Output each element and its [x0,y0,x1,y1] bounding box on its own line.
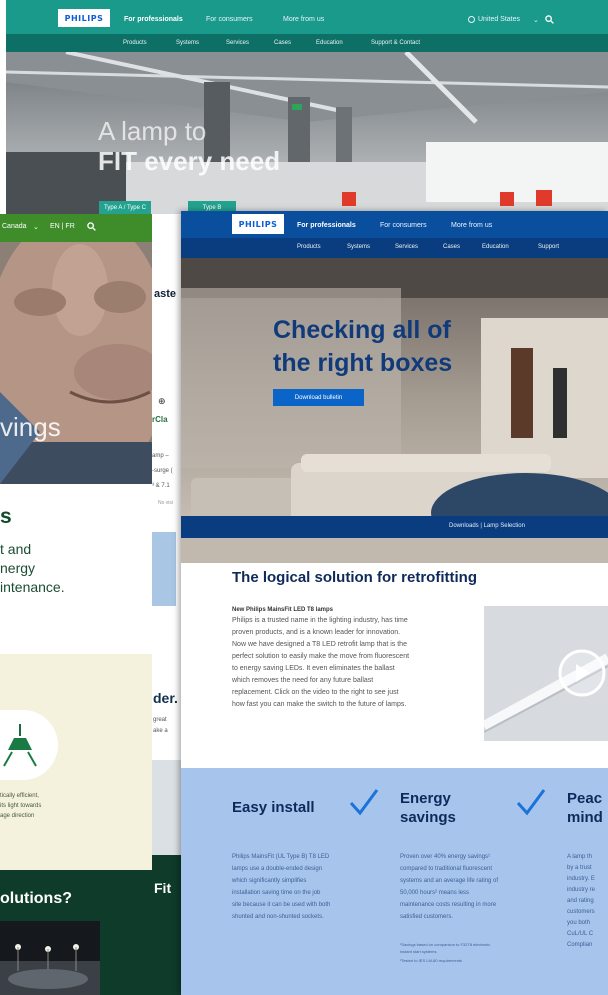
downloads-bar: Downloads | Lamp Selection [181,516,608,538]
middle-page-strip: aste ⊕ rCla amp – -surge ( ³ & 7.1 No vi… [152,270,182,995]
night-parking-image [0,921,100,995]
subnav-support[interactable]: Support [538,244,559,250]
subnav-products[interactable]: Products [297,244,321,250]
feature-title-peace-of-mind: Peac mind [567,790,603,826]
search-icon[interactable] [545,15,554,24]
region-selector[interactable]: United States [478,16,520,23]
philips-logo[interactable]: PHILIPS [232,214,284,234]
back-page: PHILIPS For professionals For consumers … [6,0,608,214]
nav-more-from-us[interactable]: More from us [283,16,324,23]
left-page: Canada ⌄ EN | FR vings s t and nergy int… [0,214,152,995]
product-thumb-2 [152,760,182,855]
left-feature-band [0,654,152,870]
feature-title-easy-install: Easy install [232,799,315,816]
subnav-systems[interactable]: Systems [347,244,370,250]
downloads-lamp-selection-link[interactable]: Downloads | Lamp Selection [449,523,525,529]
type-a-c-button[interactable]: Type A / Type C [99,201,151,214]
body-heading: New Philips MainsFit LED T8 lamps [232,607,334,613]
front-hero-title: Checking all of the right boxes [273,316,453,377]
nav-for-professionals[interactable]: For professionals [297,222,356,229]
parking-lot-photo [0,921,100,995]
pendant-lamp-icon [3,724,37,767]
front-page: PHILIPS For professionals For consumers … [181,211,608,995]
nav-for-consumers[interactable]: For consumers [380,222,427,229]
left-question-heading: olutions? [0,890,72,907]
fit-band [152,855,182,995]
philips-logo[interactable]: PHILIPS [58,9,110,27]
left-small-text: tically efficient, its light towards age… [0,793,42,819]
subnav-cases[interactable]: Cases [443,244,460,250]
download-bulletin-button[interactable]: Download bulletin [273,389,364,406]
face-photo [0,242,152,484]
play-icon[interactable] [576,664,590,682]
left-top-nav: Canada ⌄ EN | FR [0,214,152,242]
feature-title-energy-savings: Energy savings [400,790,456,826]
section-title: The logical solution for retrofitting [232,569,477,586]
body-text-line: to energy saving LEDs. It even eliminate… [232,665,395,672]
back-sub-nav: Products Systems Services Cases Educatio… [6,34,608,52]
front-top-nav: PHILIPS For professionals For consumers … [181,211,608,238]
collage: PHILIPS For professionals For consumers … [0,0,608,995]
nav-more-from-us[interactable]: More from us [451,222,492,229]
subnav-education[interactable]: Education [482,244,509,250]
subnav-systems[interactable]: Systems [176,40,199,46]
office-photo [6,52,608,214]
nav-for-professionals[interactable]: For professionals [124,16,183,23]
back-hero-title: A lamp to FIT every need [98,116,281,176]
body-text-line: perfect solution to easily make the move… [232,653,410,660]
ul-icon: ⊕ [158,396,166,406]
lamp-icon-badge [0,710,58,780]
left-lead: t and nergy intenance. [0,541,65,595]
subnav-education[interactable]: Education [316,40,343,46]
nav-for-consumers[interactable]: For consumers [206,16,253,23]
checkmark-icon [348,787,380,817]
subnav-services[interactable]: Services [395,244,418,250]
search-icon[interactable] [87,222,96,231]
body-text-line: replacement. Click on the video to the r… [232,689,399,696]
subnav-products[interactable]: Products [123,40,147,46]
left-hero-word: vings [0,412,61,442]
region-selector[interactable]: Canada [2,223,27,230]
chevron-down-icon: ⌄ [533,17,539,24]
body-text-line: proven products, and is a known leader f… [232,629,401,636]
language-selector[interactable]: EN | FR [50,223,75,230]
subnav-cases[interactable]: Cases [274,40,291,46]
left-hero-image: vings [0,242,152,484]
checkmark-icon [515,787,547,817]
features-band: Easy install Philips MainsFit (UL Type B… [181,768,608,995]
body-text-line: how fast you can make the switch to the … [232,701,407,708]
front-sub-nav: Products Systems Services Cases Educatio… [181,238,608,258]
subnav-support[interactable]: Support & Contact [371,40,420,46]
video-thumbnail[interactable] [484,606,608,741]
back-hero-image: A lamp to FIT every need [6,52,608,214]
chevron-down-icon: ⌄ [33,224,39,231]
left-heading: s [0,505,12,528]
body-text-line: which removes the need for any future ba… [232,677,374,684]
body-text-line: Now we have designed a T8 LED retrofit l… [232,641,407,648]
back-top-nav: PHILIPS For professionals For consumers … [6,0,608,34]
globe-icon [468,16,475,23]
subnav-services[interactable]: Services [226,40,249,46]
body-text-line: Philips is a trusted name in the lightin… [232,617,408,624]
product-thumb [152,532,176,606]
